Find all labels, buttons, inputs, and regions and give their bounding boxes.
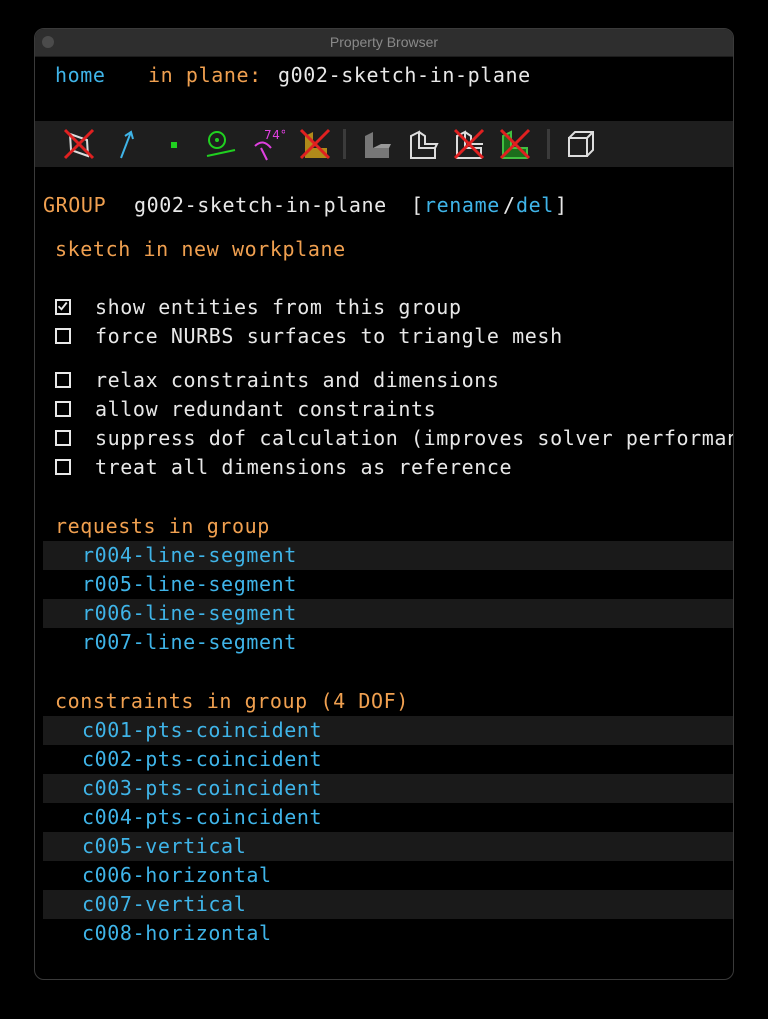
option-row[interactable]: suppress dof calculation (improves solve… [35, 424, 733, 453]
rename-link[interactable]: rename [424, 191, 500, 220]
hide-faces-icon[interactable] [297, 126, 333, 162]
link-separator: / [503, 193, 516, 217]
edges-icon[interactable] [405, 126, 441, 162]
option-row[interactable]: show entities from this group [35, 293, 733, 322]
option-row[interactable]: relax constraints and dimensions [35, 366, 733, 395]
checkbox-unchecked[interactable] [55, 459, 71, 475]
constraint-item[interactable]: c004-pts-coincident [43, 803, 733, 832]
checkbox-checked[interactable] [55, 299, 71, 315]
option-label: allow redundant constraints [95, 397, 437, 421]
delete-link[interactable]: del [516, 191, 554, 220]
option-label: show entities from this group [95, 295, 462, 319]
angle-text: 74° [264, 128, 285, 142]
property-browser-window: Property Browser home in plane: g002-ske… [34, 28, 734, 980]
option-row[interactable]: allow redundant constraints [35, 395, 733, 424]
points-icon[interactable] [157, 126, 193, 162]
checkbox-unchecked[interactable] [55, 328, 71, 344]
shaded-solid-icon[interactable] [359, 126, 395, 162]
option-row[interactable]: force NURBS surfaces to triangle mesh [35, 322, 733, 351]
constraint-item[interactable]: c006-horizontal [43, 861, 733, 890]
checkbox-unchecked[interactable] [55, 430, 71, 446]
option-row[interactable]: treat all dimensions as reference [35, 453, 733, 482]
constraint-item-link[interactable]: c005-vertical [82, 832, 246, 861]
in-plane-label: in plane: [148, 63, 262, 87]
constraint-item[interactable]: c002-pts-coincident [43, 745, 733, 774]
window-title: Property Browser [329, 34, 439, 50]
perspective-box-icon[interactable] [563, 126, 599, 162]
constraint-item-link[interactable]: c004-pts-coincident [82, 803, 322, 832]
option-label: relax constraints and dimensions [95, 368, 500, 392]
group-name: g002-sketch-in-plane [134, 193, 387, 217]
checkbox-unchecked[interactable] [55, 401, 71, 417]
request-item-link[interactable]: r007-line-segment [82, 628, 297, 657]
request-item-link[interactable]: r004-line-segment [82, 541, 297, 570]
constraint-item[interactable]: c007-vertical [43, 890, 733, 919]
toolbar-separator [343, 129, 346, 159]
outlines-icon[interactable] [497, 126, 533, 162]
constraint-item-link[interactable]: c006-horizontal [82, 861, 272, 890]
constraint-item-link[interactable]: c007-vertical [82, 890, 246, 919]
constraint-item-link[interactable]: c001-pts-coincident [82, 716, 322, 745]
option-label: suppress dof calculation (improves solve… [95, 426, 734, 450]
constraint-item-link[interactable]: c003-pts-coincident [82, 774, 322, 803]
requests-heading: requests in group [55, 514, 270, 538]
title-bar[interactable]: Property Browser [35, 29, 733, 57]
request-item[interactable]: r004-line-segment [43, 541, 733, 570]
request-item-link[interactable]: r005-line-segment [82, 570, 297, 599]
constraint-item[interactable]: c001-pts-coincident [43, 716, 733, 745]
checkmark-icon [57, 301, 68, 311]
bracket-close: ] [555, 193, 568, 217]
constraint-item-link[interactable]: c008-horizontal [82, 919, 272, 948]
group-label: GROUP [43, 193, 107, 217]
request-item-link[interactable]: r006-line-segment [82, 599, 297, 628]
hide-workplanes-icon[interactable] [61, 126, 97, 162]
group-type-row: sketch in new workplane [35, 235, 733, 264]
browser-content: home in plane: g002-sketch-in-plane 74° [35, 57, 733, 979]
request-item[interactable]: r006-line-segment [43, 599, 733, 628]
requests-heading-row: requests in group [35, 512, 733, 541]
in-plane-value: g002-sketch-in-plane [278, 63, 531, 87]
normals-icon[interactable] [109, 126, 145, 162]
checkbox-unchecked[interactable] [55, 372, 71, 388]
display-toolbar: 74° [35, 121, 733, 167]
constraint-item-link[interactable]: c002-pts-coincident [82, 745, 322, 774]
option-label: force NURBS surfaces to triangle mesh [95, 324, 563, 348]
dimension-angle-icon[interactable]: 74° [249, 126, 286, 162]
constraints-heading-row: constraints in group (4 DOF) [35, 687, 733, 716]
toolbar-separator [547, 129, 550, 159]
close-window-button[interactable] [42, 36, 54, 48]
constraints-icon[interactable] [203, 126, 239, 162]
request-item[interactable]: r005-line-segment [43, 570, 733, 599]
hidden-lines-icon[interactable] [451, 126, 487, 162]
home-link[interactable]: home [55, 61, 106, 90]
constraint-item[interactable]: c005-vertical [43, 832, 733, 861]
request-item[interactable]: r007-line-segment [43, 628, 733, 657]
group-type: sketch in new workplane [55, 237, 346, 261]
constraint-item[interactable]: c003-pts-coincident [43, 774, 733, 803]
group-header: GROUP g002-sketch-in-plane [ rename / de… [35, 191, 733, 220]
option-label: treat all dimensions as reference [95, 455, 513, 479]
bracket-open: [ [411, 193, 424, 217]
nav-row: home in plane: g002-sketch-in-plane [35, 61, 733, 90]
constraints-heading: constraints in group (4 DOF) [55, 689, 409, 713]
constraint-item[interactable]: c008-horizontal [43, 919, 733, 948]
